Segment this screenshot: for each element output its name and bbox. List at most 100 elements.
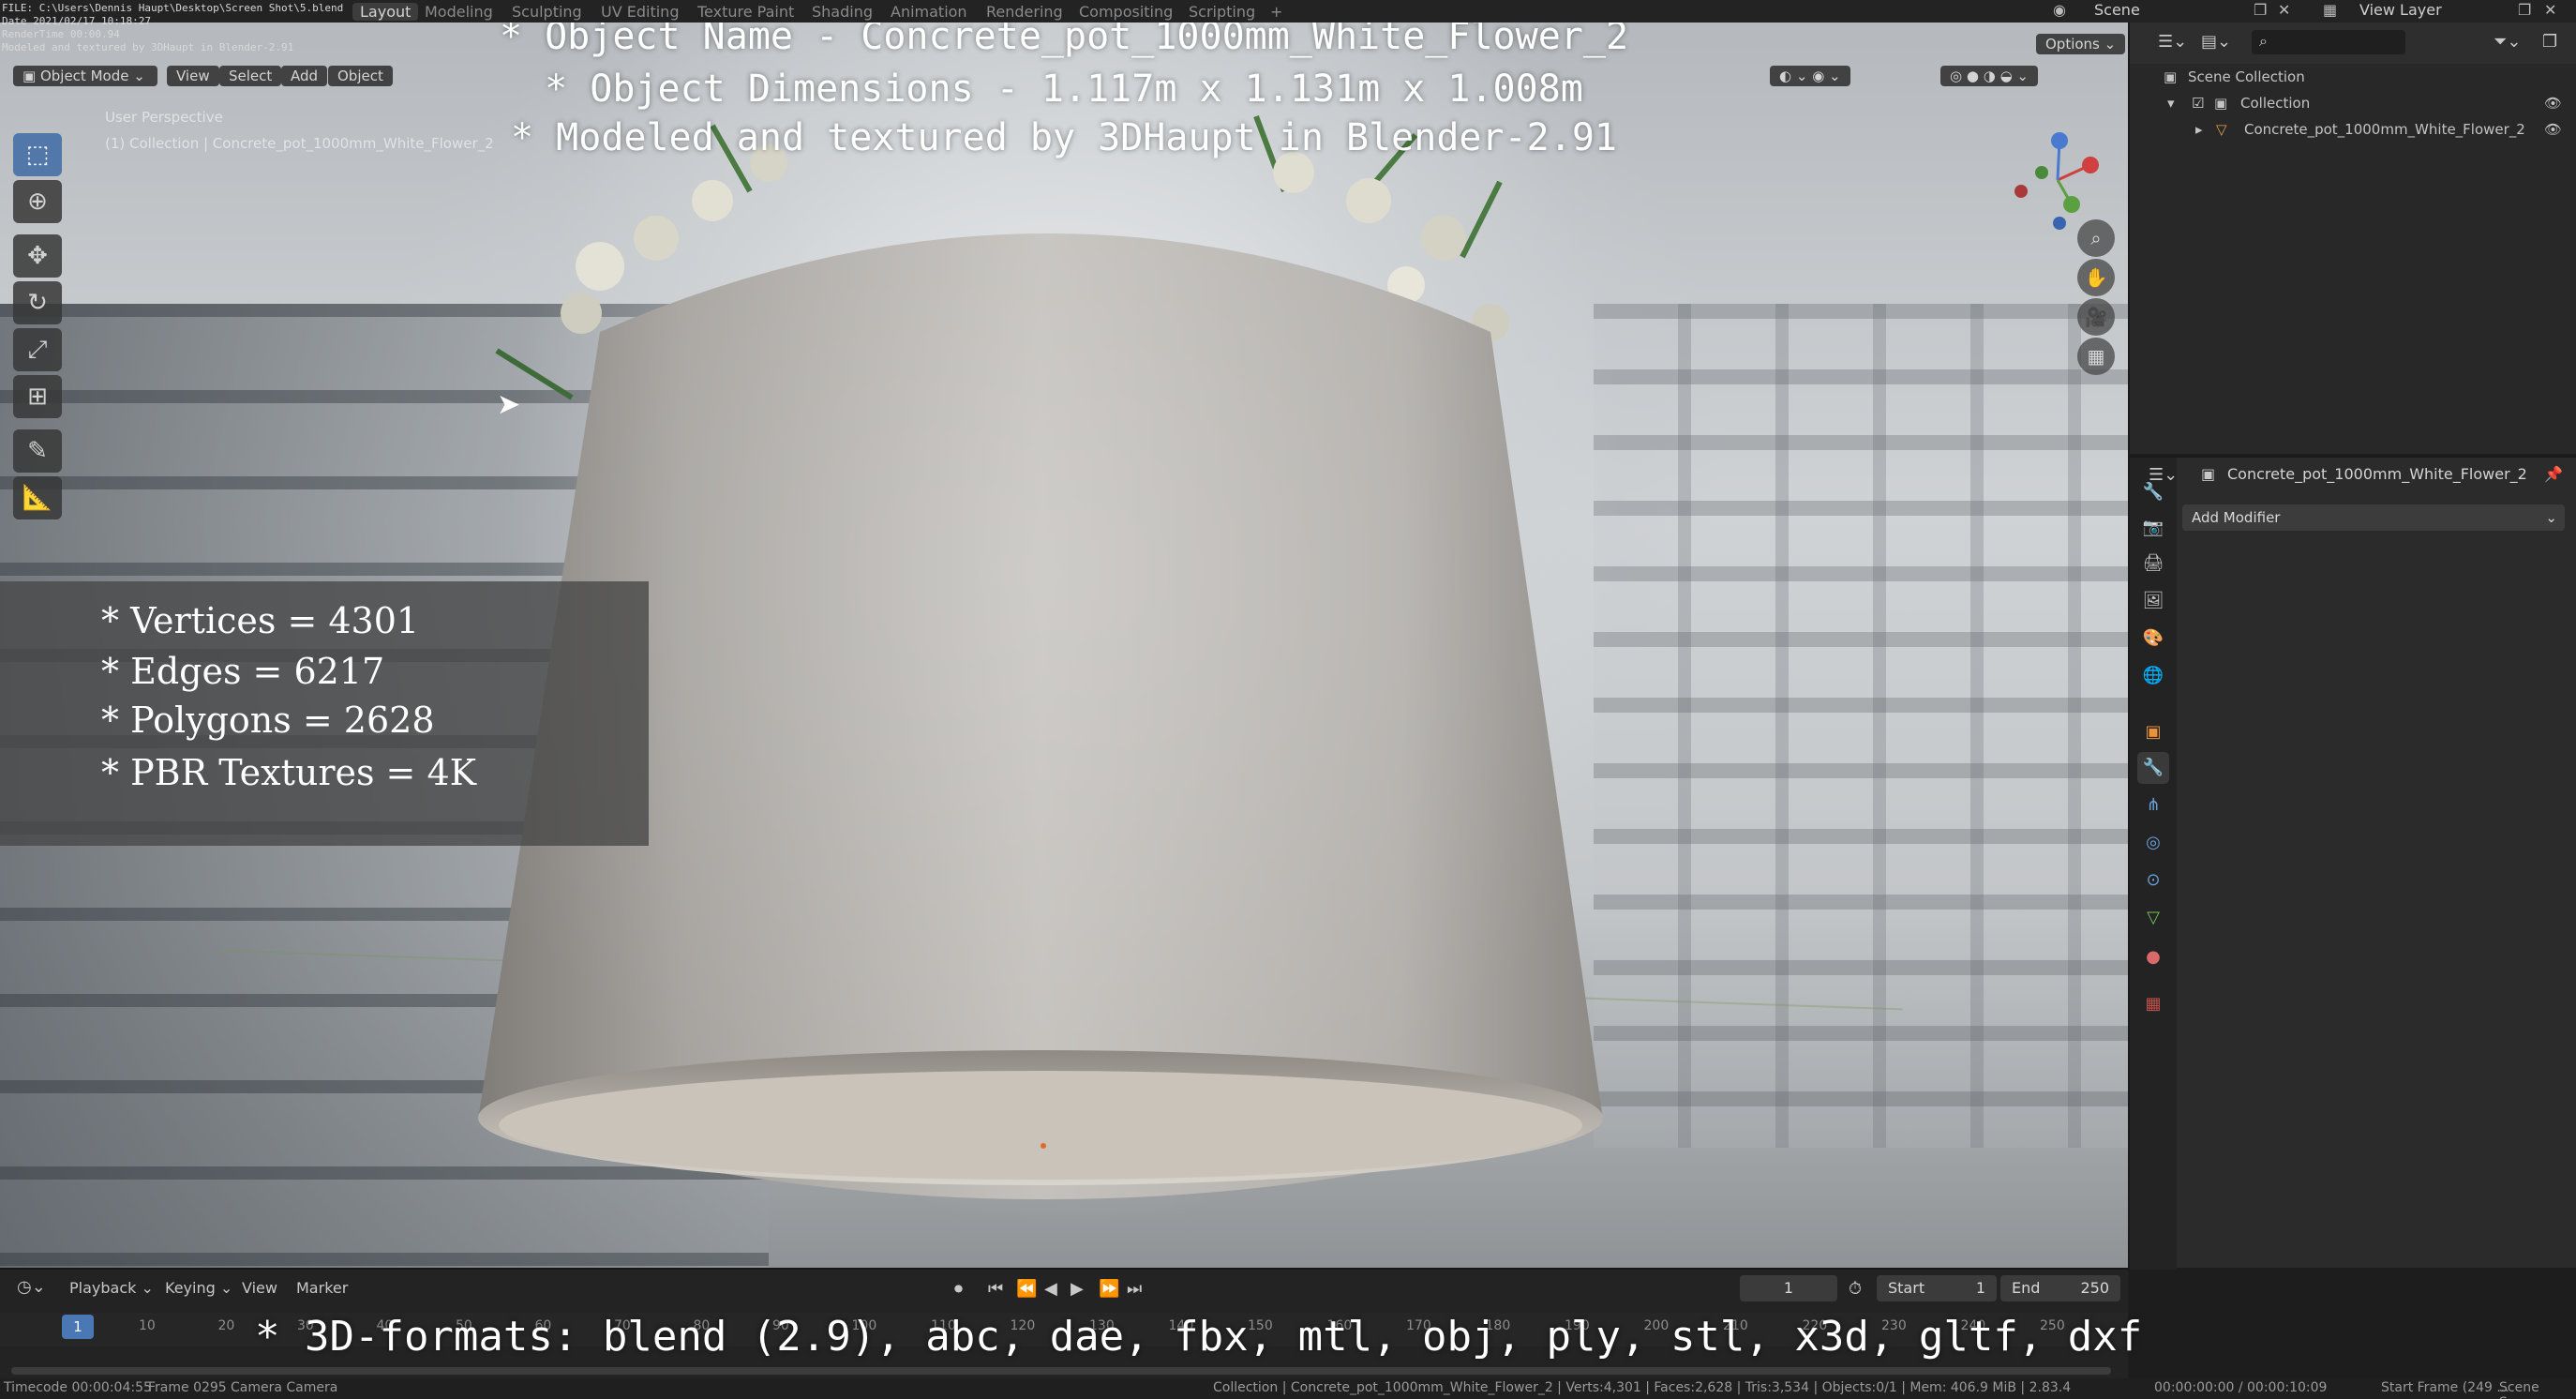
outliner-panel: ☰⌄ ▤⌄ ⌕ ⏷⌄ ❐ ▣ Scene Collection ▾ ☑ ▣ Co… [2128, 23, 2576, 454]
annotate-icon[interactable]: ✎ [13, 429, 62, 473]
world-tab-icon[interactable]: 🌐 [2137, 660, 2169, 692]
expand-arrow-icon[interactable]: ▸ [2195, 116, 2203, 143]
mesh-stats-panel: * Vertices = 4301 * Edges = 6217 * Polyg… [0, 581, 649, 846]
editor-type-icon[interactable]: ☰⌄ [2158, 32, 2187, 52]
outliner-object-row[interactable]: ▸ ▽ Concrete_pot_1000mm_White_Flower_2 👁 [2130, 116, 2576, 143]
tab-compositing[interactable]: Compositing [1079, 3, 1173, 21]
next-keyframe-icon[interactable]: ⏩ [1099, 1279, 1119, 1299]
view-layer-name[interactable]: View Layer [2359, 1, 2442, 19]
outliner-collection[interactable]: ▾ ☑ ▣ Collection 👁 [2130, 90, 2576, 116]
visibility-eye-icon[interactable]: 👁 [2544, 116, 2562, 143]
scene-name[interactable]: Scene [2094, 1, 2140, 19]
transform-icon[interactable]: ⊞ [13, 375, 62, 418]
outliner-scene-collection[interactable]: ▣ Scene Collection [2130, 64, 2576, 90]
view-layer-tab-icon[interactable]: 🖼 [2137, 585, 2169, 617]
status-timecode: Timecode 00:00:04:55 [4, 1380, 152, 1395]
visibility-eye-icon[interactable]: 👁 [2544, 90, 2562, 116]
data-tab-icon[interactable]: ▽ [2137, 902, 2169, 934]
menu-keying[interactable]: Keying ⌄ [165, 1279, 232, 1297]
render-file: FILE: C:\Users\Dennis Haupt\Desktop\Scre… [2, 2, 344, 14]
expand-arrow-icon[interactable]: ▾ [2167, 90, 2175, 116]
stopwatch-icon[interactable]: ⏱ [1849, 1279, 1862, 1299]
display-mode-icon[interactable]: ▤⌄ [2201, 32, 2231, 52]
pan-icon[interactable]: ✋ [2077, 259, 2115, 296]
jump-end-icon[interactable]: ⏭ [1127, 1279, 1142, 1299]
ruler-tick: 10 [139, 1318, 156, 1333]
properties-tab-column: 🔧 📷 🖨 🖼 🎨 🌐 ▣ 🔧 ⋔ ◎ ⊙ ▽ ● ▦ [2130, 458, 2177, 1270]
particles-tab-icon[interactable]: ⋔ [2137, 790, 2169, 821]
play-reverse-icon[interactable]: ◀ [1044, 1279, 1057, 1299]
filter-icon[interactable]: ⏷⌄ [2494, 32, 2521, 52]
end-frame-field[interactable]: End 250 [2000, 1275, 2120, 1301]
overlay-title-credit: * Modeled and textured by 3DHaupt in Ble… [510, 116, 1618, 159]
playback-label: Playback [69, 1279, 137, 1297]
object-label: Concrete_pot_1000mm_White_Flower_2 [2244, 121, 2525, 138]
delete-scene-icon[interactable]: ✕ [2278, 1, 2290, 19]
timeline-scrollbar[interactable] [11, 1367, 2111, 1375]
outliner-search-input[interactable]: ⌕ [2252, 30, 2405, 54]
status-scene-stats: Collection | Concrete_pot_1000mm_White_F… [1213, 1380, 2072, 1395]
modifier-tab-icon[interactable]: 🔧 [2137, 752, 2169, 784]
copy-scene-icon[interactable]: ❐ [2254, 1, 2267, 19]
physics-tab-icon[interactable]: ◎ [2137, 827, 2169, 859]
cursor-icon[interactable]: ⊕ [13, 180, 62, 223]
tab-texture-paint[interactable]: Texture Paint [697, 3, 794, 21]
current-frame-field[interactable]: 1 [1740, 1275, 1837, 1301]
camera-icon[interactable]: 🎥 [2077, 298, 2115, 336]
menu-view[interactable]: View [242, 1279, 277, 1297]
scale-icon[interactable]: ⤢ [13, 328, 62, 371]
start-value: 1 [1975, 1279, 1985, 1297]
stat-edges: * Edges = 6217 [101, 651, 385, 692]
delete-layer-icon[interactable]: ✕ [2544, 1, 2556, 19]
view-layer-icon[interactable]: ▦ [2323, 1, 2337, 19]
editor-type-icon[interactable]: ◷⌄ [17, 1277, 46, 1297]
scene-icon[interactable]: ◉ [2053, 1, 2066, 19]
texture-tab-icon[interactable]: ▦ [2137, 988, 2169, 1020]
overlay-title-dimensions: * Object Dimensions - 1.117m x 1.131m x … [545, 68, 1583, 111]
tab-uv-editing[interactable]: UV Editing [601, 3, 679, 21]
playhead[interactable]: 1 [62, 1315, 94, 1339]
tab-rendering[interactable]: Rendering [986, 3, 1063, 21]
play-icon[interactable]: ▶ [1071, 1279, 1084, 1299]
record-icon[interactable]: ⏺ [954, 1279, 963, 1299]
tab-scripting[interactable]: Scripting [1189, 3, 1255, 21]
pin-icon[interactable]: 📌 [2544, 465, 2563, 483]
checkbox-icon[interactable]: ☑ [2192, 90, 2204, 116]
prev-keyframe-icon[interactable]: ⏪ [1016, 1279, 1037, 1299]
tab-sculpting[interactable]: Sculpting [512, 3, 582, 21]
add-modifier-label: Add Modifier [2192, 509, 2281, 526]
tab-animation[interactable]: Animation [891, 3, 967, 21]
menu-marker[interactable]: Marker [296, 1279, 348, 1297]
status-scene: Scene Scene [2499, 1380, 2539, 1399]
start-frame-field[interactable]: Start 1 [1877, 1275, 1997, 1301]
stat-polygons: * Polygons = 2628 [101, 700, 435, 741]
editor-type-icon[interactable]: ☰⌄ [2149, 465, 2178, 485]
constraints-tab-icon[interactable]: ⊙ [2137, 865, 2169, 896]
copy-layer-icon[interactable]: ❐ [2518, 1, 2531, 19]
zoom-icon[interactable]: ⌕ [2077, 219, 2115, 257]
material-tab-icon[interactable]: ● [2137, 941, 2169, 973]
grid-icon[interactable]: ▦ [2077, 338, 2115, 375]
add-workspace-button[interactable]: + [1270, 3, 1282, 21]
rotate-icon[interactable]: ↻ [13, 281, 62, 324]
add-modifier-dropdown[interactable]: Add Modifier ⌄ [2182, 504, 2565, 531]
render-tab-icon[interactable]: 📷 [2137, 512, 2169, 544]
mesh-object-icon: ▽ [2216, 121, 2227, 138]
status-frame: Frame 0295 [148, 1380, 227, 1395]
tab-shading[interactable]: Shading [812, 3, 873, 21]
status-bar: Timecode 00:00:04:55 Frame 0295 Camera C… [0, 1378, 2576, 1399]
move-icon[interactable]: ✥ [13, 234, 62, 278]
measure-icon[interactable]: 📐 [13, 476, 62, 519]
tab-layout[interactable]: Layout [352, 3, 419, 21]
scene-tab-icon[interactable]: 🎨 [2137, 623, 2169, 654]
jump-start-icon[interactable]: ⏮ [988, 1279, 1003, 1299]
render-info: FILE: C:\Users\Dennis Haupt\Desktop\Scre… [2, 2, 343, 54]
menu-playback[interactable]: Playback ⌄ [69, 1279, 154, 1297]
overlay-formats-line: * 3D-formats: blend (2.9), abc, dae, fbx… [255, 1313, 2143, 1361]
tab-modeling[interactable]: Modeling [425, 3, 493, 21]
3d-viewport[interactable]: ➤ ▣ Object Mode ⌄ View Select Add Object… [0, 23, 2128, 1268]
mouse-cursor-icon: ➤ [497, 388, 521, 421]
new-collection-icon[interactable]: ❐ [2542, 32, 2557, 52]
object-tab-icon[interactable]: ▣ [2137, 716, 2169, 748]
output-tab-icon[interactable]: 🖨 [2137, 548, 2169, 579]
